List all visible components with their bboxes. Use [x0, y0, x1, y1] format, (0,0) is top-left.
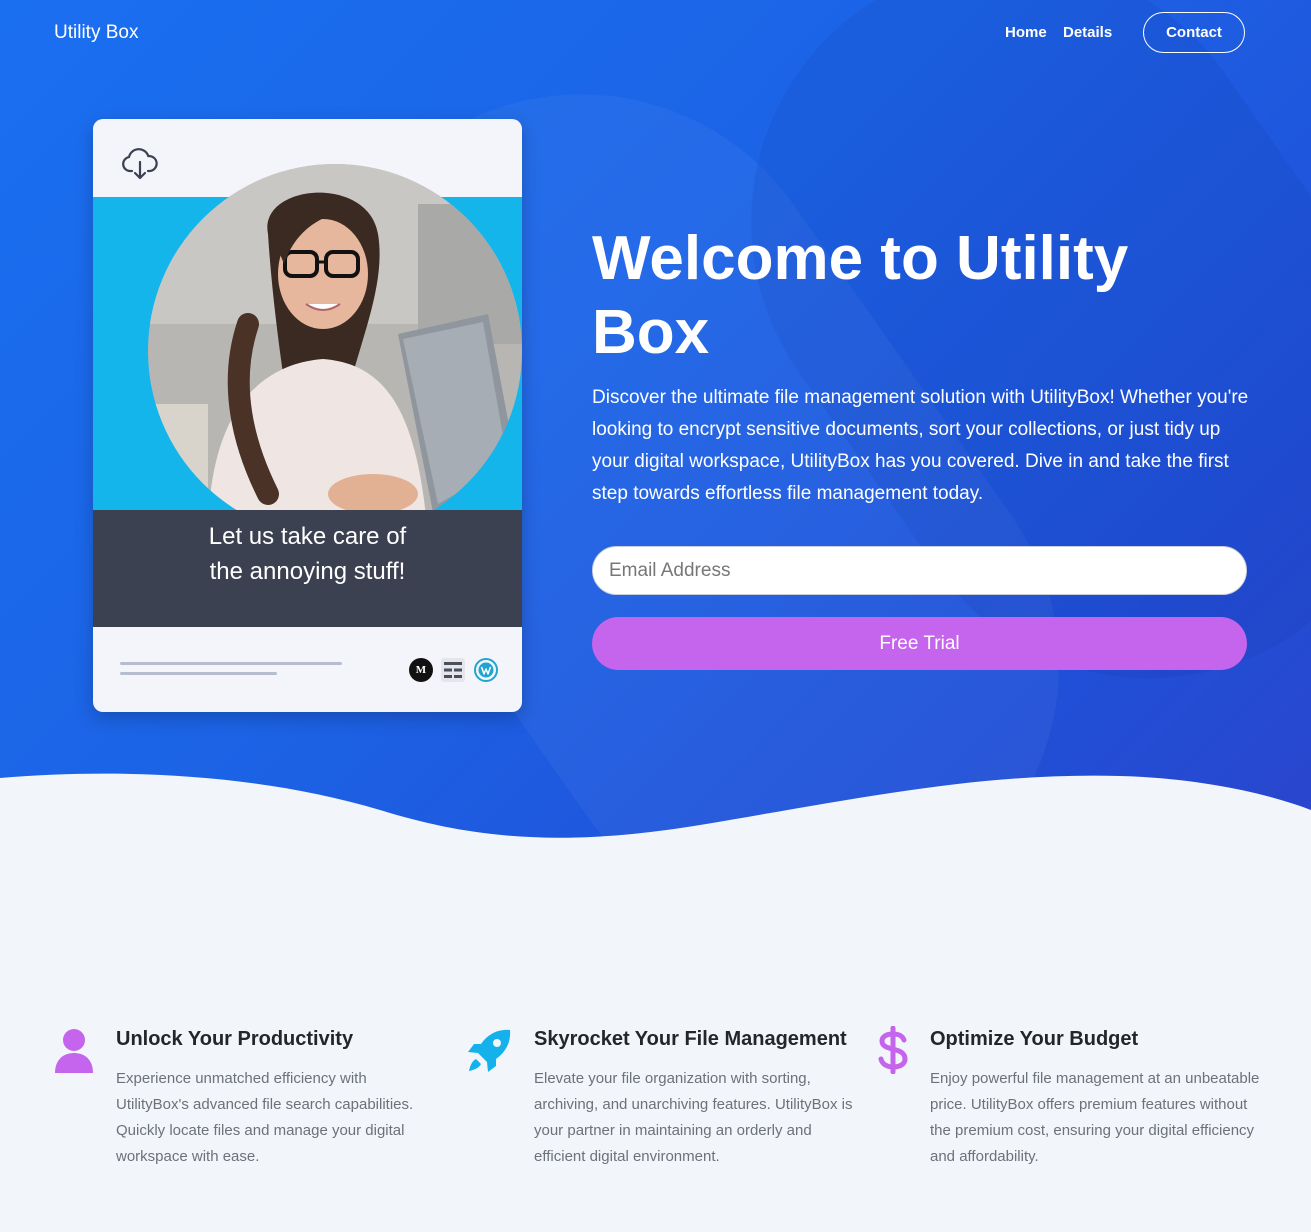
woman-with-laptop-photo: [148, 164, 522, 538]
card-caption: Let us take care of the annoying stuff!: [93, 519, 522, 589]
card-caption-line: the annoying stuff!: [209, 558, 406, 585]
user-icon: [55, 1029, 93, 1073]
hero-description: Discover the ultimate file management so…: [592, 387, 1249, 504]
contact-button[interactable]: Contact: [1143, 12, 1245, 53]
hero-title: Welcome to Utility Box: [592, 224, 1129, 367]
placeholder-text-line: [120, 672, 277, 675]
brand-logo-text[interactable]: Utility Box: [54, 22, 138, 44]
feature-title: Unlock Your Productivity: [116, 1028, 354, 1050]
cloud-download-icon: [122, 148, 158, 180]
menu-lines-icon: [441, 658, 465, 682]
feature-description: Enjoy powerful file management at an unb…: [930, 1070, 1260, 1165]
feature-title: Skyrocket Your File Management: [534, 1028, 847, 1050]
feature-description: Experience unmatched efficiency with Uti…: [116, 1070, 414, 1165]
free-trial-button[interactable]: Free Trial: [592, 617, 1247, 670]
rocket-icon: [468, 1029, 511, 1072]
hero-wave-divider: [0, 773, 1311, 850]
dollar-icon: [878, 1026, 908, 1074]
feature-title: Optimize Your Budget: [930, 1028, 1139, 1050]
feature-description: Elevate your file organization with sort…: [534, 1070, 853, 1165]
email-input[interactable]: [592, 546, 1247, 595]
wordpress-icon: [474, 658, 498, 682]
medium-icon: M: [409, 658, 433, 682]
nav-home-link[interactable]: Home: [1005, 24, 1047, 41]
placeholder-text-line: [120, 662, 342, 665]
card-caption-line: Let us take care of: [208, 523, 407, 550]
hero-illustration-card: Let us take care of the annoying stuff! …: [93, 119, 522, 712]
nav-details-link[interactable]: Details: [1063, 24, 1112, 41]
